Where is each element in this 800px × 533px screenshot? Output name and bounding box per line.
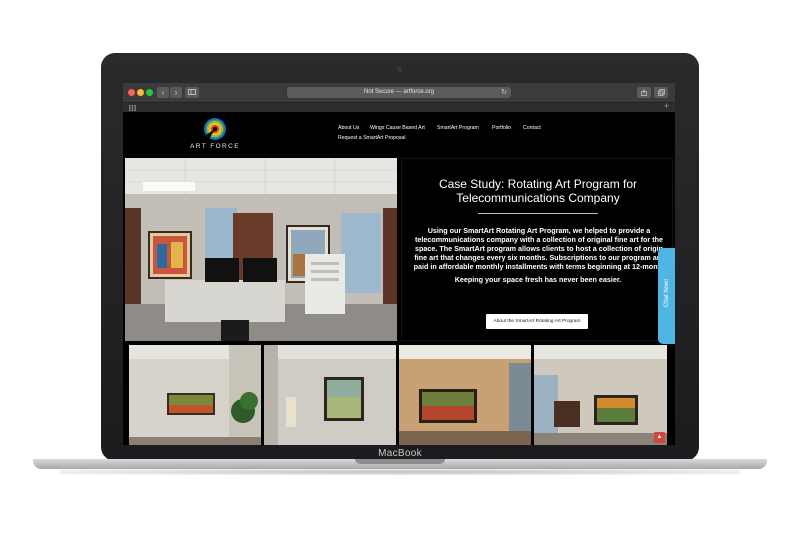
nav-about-us[interactable]: About Us xyxy=(338,125,359,131)
chevron-right-icon: › xyxy=(174,88,178,97)
arrow-up-icon: ▲ xyxy=(656,434,663,440)
gallery-thumbnail-3[interactable] xyxy=(399,345,531,445)
chat-now-label[interactable]: Chat Now! xyxy=(664,276,670,310)
grid-icon[interactable] xyxy=(129,105,136,111)
case-study-body-line: space. The SmartArt program allows clien… xyxy=(414,244,663,253)
share-icon xyxy=(641,89,647,96)
minimize-window-button[interactable] xyxy=(137,89,144,96)
smartart-program-button[interactable]: About the SmartArt Rotating Art Program xyxy=(486,314,588,329)
nav-contact[interactable]: Contact xyxy=(523,125,541,131)
gallery-thumbnail-4[interactable] xyxy=(534,345,667,445)
nav-smartart-program[interactable]: SmartArt Program xyxy=(437,125,479,131)
camera xyxy=(397,67,402,72)
tabs-button[interactable] xyxy=(654,87,668,98)
nav-request-proposal[interactable]: Request a SmartArt Proposal xyxy=(338,135,405,141)
art-force-logo[interactable] xyxy=(203,117,227,141)
laptop-shadow xyxy=(60,469,740,475)
gallery-thumbnail-2[interactable] xyxy=(264,345,396,445)
case-study-title-line-1: Case Study: Rotating Art Program for xyxy=(438,177,638,191)
close-window-button[interactable] xyxy=(128,89,135,96)
case-study-body-line: paid in affordable monthly installments … xyxy=(413,262,665,271)
address-bar[interactable]: Not Secure — artforce.org xyxy=(287,87,511,98)
divider xyxy=(478,213,598,214)
gallery-thumbnail-1[interactable] xyxy=(129,345,261,445)
case-study-body-line: Using our SmartArt Rotating Art Program,… xyxy=(427,226,651,235)
case-study-panel: Case Study: Rotating Art Program for Tel… xyxy=(401,158,673,341)
share-button[interactable] xyxy=(637,87,651,98)
website: ART FORCE About Us Wings Cause Based Art… xyxy=(123,112,675,445)
case-study-tagline: Keeping your space fresh has never been … xyxy=(454,275,622,284)
device-label: MacBook xyxy=(378,448,422,459)
case-study-body: Using our SmartArt Rotating Art Program,… xyxy=(406,226,672,271)
sidebar-button[interactable] xyxy=(185,87,199,98)
reload-icon[interactable]: ↻ xyxy=(501,87,507,98)
forward-button[interactable]: › xyxy=(170,87,182,98)
logo-text: ART FORCE xyxy=(190,143,240,150)
case-study-title: Case Study: Rotating Art Program for Tel… xyxy=(402,177,674,205)
new-tab-button[interactable]: + xyxy=(664,101,669,111)
case-study-body-line: telecommunications company with a collec… xyxy=(414,235,663,244)
nav-portfolio[interactable]: Portfolio xyxy=(492,125,511,131)
back-button[interactable]: ‹ xyxy=(157,87,169,98)
screen: ‹ › Not Secure — artforce.org ↻ + ART FO… xyxy=(123,83,675,445)
tabs-icon xyxy=(657,89,665,96)
browser-toolbar: ‹ › Not Secure — artforce.org ↻ xyxy=(123,83,675,102)
case-study-title-line-2: Telecommunications Company xyxy=(456,191,620,205)
chevron-left-icon: ‹ xyxy=(161,88,165,97)
sidebar-icon xyxy=(188,89,196,95)
zoom-window-button[interactable] xyxy=(146,89,153,96)
nav-wings-cause-based-art[interactable]: Wings Cause Based Art xyxy=(370,125,425,131)
case-study-body-line: fine art that changes every six months. … xyxy=(414,253,664,262)
office-photo xyxy=(125,158,397,341)
back-to-top-button[interactable]: ▲ xyxy=(654,432,665,443)
